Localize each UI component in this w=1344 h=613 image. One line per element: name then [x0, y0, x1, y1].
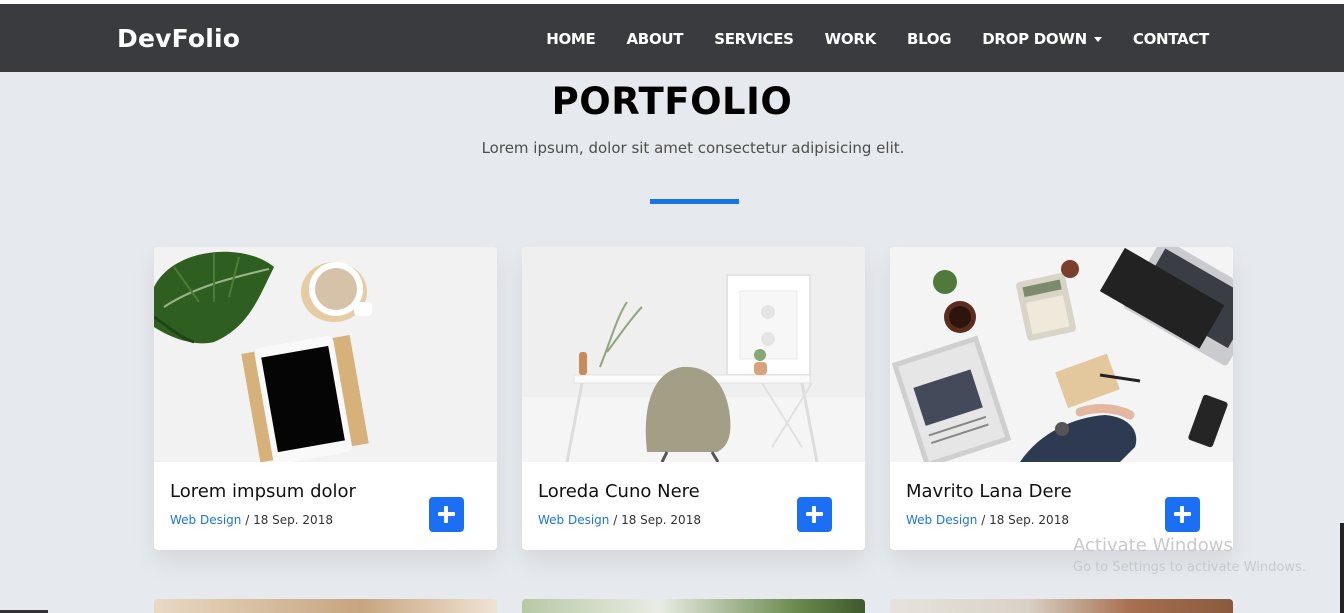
plus-icon[interactable]	[797, 497, 832, 532]
meta-separator: /	[609, 513, 622, 527]
card-date: 18 Sep. 2018	[989, 513, 1069, 527]
nav-dropdown-label: DROP DOWN	[982, 30, 1087, 48]
card-title[interactable]: Loreda Cuno Nere	[538, 481, 700, 502]
card-title[interactable]: Lorem impsum dolor	[170, 481, 356, 502]
plus-icon[interactable]	[1165, 497, 1200, 532]
meta-separator: /	[977, 513, 990, 527]
main-nav: HOME ABOUT SERVICES WORK BLOG DROP DOWN …	[515, 30, 1209, 48]
card-category[interactable]: Web Design	[906, 513, 977, 527]
nav-home[interactable]: HOME	[546, 30, 596, 48]
card-meta: Web Design / 18 Sep. 2018	[538, 513, 701, 527]
card-category[interactable]: Web Design	[170, 513, 241, 527]
card-category[interactable]: Web Design	[538, 513, 609, 527]
brand-logo[interactable]: DevFolio	[117, 24, 240, 53]
portfolio-image-desk-chair[interactable]	[522, 247, 865, 462]
nav-blog[interactable]: BLOG	[907, 30, 952, 48]
portfolio-card-partial[interactable]	[890, 599, 1233, 613]
meta-separator: /	[241, 513, 254, 527]
window-edge	[1340, 523, 1344, 613]
card-date: 18 Sep. 2018	[253, 513, 333, 527]
portfolio-image-business-desk[interactable]	[890, 247, 1233, 462]
nav-work[interactable]: WORK	[825, 30, 877, 48]
portfolio-card[interactable]: Mavrito Lana Dere Web Design / 18 Sep. 2…	[890, 247, 1233, 550]
navbar: DevFolio HOME ABOUT SERVICES WORK BLOG D…	[0, 4, 1344, 72]
title-divider	[650, 199, 739, 204]
nav-services[interactable]: SERVICES	[714, 30, 794, 48]
card-meta: Web Design / 18 Sep. 2018	[170, 513, 333, 527]
nav-contact[interactable]: CONTACT	[1133, 30, 1209, 48]
section-subtitle: Lorem ipsum, dolor sit amet consectetur …	[481, 139, 905, 157]
windows-activation-watermark: Activate Windows Go to Settings to activ…	[1073, 535, 1306, 575]
portfolio-card-partial[interactable]	[522, 599, 865, 613]
card-date: 18 Sep. 2018	[621, 513, 701, 527]
watermark-line1: Activate Windows	[1073, 535, 1233, 556]
nav-about[interactable]: ABOUT	[627, 30, 684, 48]
card-meta: Web Design / 18 Sep. 2018	[906, 513, 1069, 527]
plus-icon[interactable]	[429, 497, 464, 532]
portfolio-image-workspace-tablet[interactable]	[154, 247, 497, 462]
portfolio-card-partial[interactable]	[154, 599, 497, 613]
portfolio-card[interactable]: Loreda Cuno Nere Web Design / 18 Sep. 20…	[522, 247, 865, 550]
watermark-line2: Go to Settings to activate Windows.	[1073, 560, 1306, 575]
portfolio-card[interactable]: Lorem impsum dolor Web Design / 18 Sep. …	[154, 247, 497, 550]
caret-down-icon	[1093, 36, 1102, 42]
section-title: PORTFOLIO	[551, 80, 793, 123]
card-title[interactable]: Mavrito Lana Dere	[906, 481, 1072, 502]
nav-dropdown[interactable]: DROP DOWN	[982, 30, 1102, 48]
